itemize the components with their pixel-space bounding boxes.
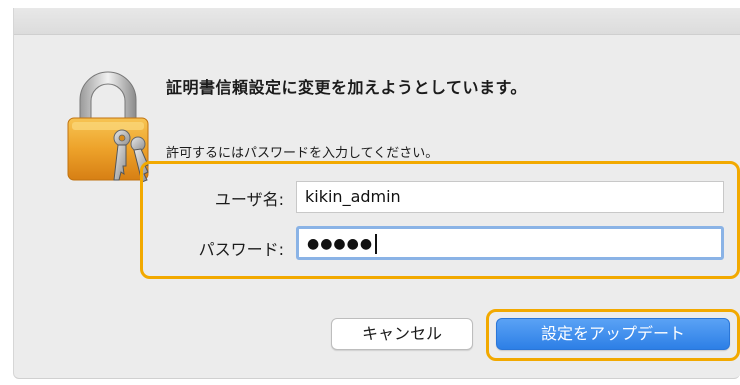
password-field[interactable]: ●●●●● (296, 226, 724, 260)
password-label: パスワード: (198, 240, 284, 259)
dialog-message-title: 証明書信頼設定に変更を加えようとしています。 (166, 78, 527, 97)
text-caret (375, 233, 377, 254)
update-settings-button[interactable]: 設定をアップデート (496, 318, 730, 350)
cancel-button[interactable]: キャンセル (331, 318, 473, 350)
screen: 証明書信頼設定に変更を加えようとしています。 許可するにはパスワードを入力してく… (0, 0, 740, 385)
password-masked-value: ●●●●● (307, 236, 374, 252)
dialog-message-subtitle: 許可するにはパスワードを入力してください。 (166, 146, 439, 161)
dialog-titlebar (14, 8, 740, 35)
username-label: ユーザ名: (214, 190, 284, 209)
username-field[interactable]: kikin_admin (296, 181, 724, 213)
username-value: kikin_admin (305, 187, 401, 206)
credentials-highlight (140, 161, 740, 279)
